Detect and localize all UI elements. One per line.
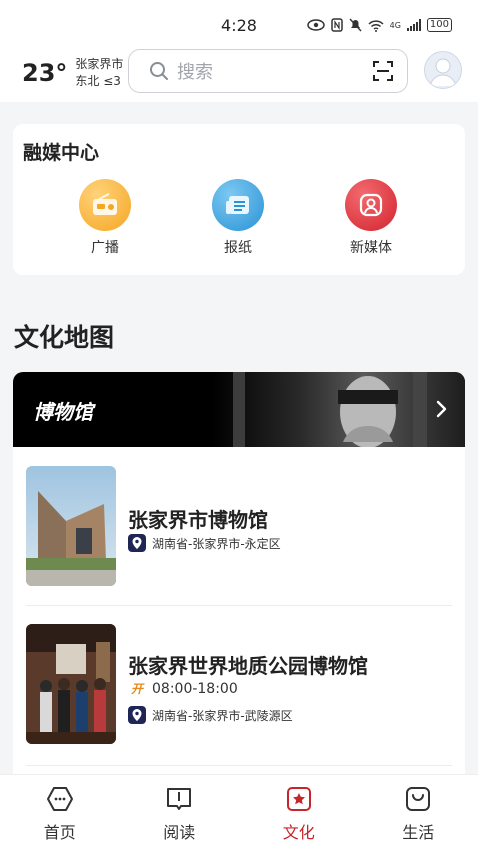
media-item-new-media[interactable]: 新媒体: [326, 179, 416, 257]
media-item-newspaper[interactable]: 报纸: [193, 179, 283, 257]
media-center-card: 融媒中心 广播 报纸 新媒体: [13, 124, 465, 275]
radio-icon: [79, 179, 131, 231]
media-label-radio: 广播: [91, 240, 119, 256]
temperature: 23°: [22, 59, 68, 87]
tab-culture[interactable]: 文化: [239, 775, 359, 850]
banner-title: 博物馆: [33, 400, 93, 424]
tab-home-label: 首页: [43, 823, 76, 842]
museum-thumbnail: [26, 624, 116, 744]
system-icons: 4G 100: [306, 18, 452, 32]
media-center-title: 融媒中心: [23, 142, 100, 164]
museum-name: 张家界世界地质公园博物馆: [128, 654, 368, 678]
eye-icon: [306, 19, 325, 31]
battery-icon: 100: [426, 18, 452, 32]
wifi-icon: [368, 19, 384, 32]
scan-icon[interactable]: [371, 59, 395, 83]
museum-banner[interactable]: 博物馆: [13, 372, 465, 447]
museum-thumbnail: [26, 466, 116, 586]
new-media-icon: [345, 179, 397, 231]
book-icon: [167, 788, 192, 810]
tab-life-label: 生活: [402, 823, 435, 842]
weather-wind: 东北 ≤3: [75, 74, 121, 88]
open-hours-icon: 开: [130, 682, 143, 696]
bottom-nav: 首页 阅读 文化 生活: [0, 774, 478, 850]
chevron-right-icon[interactable]: [435, 396, 449, 422]
location-pin-icon: [128, 706, 146, 724]
media-label-newspaper: 报纸: [224, 240, 252, 256]
newspaper-icon: [212, 179, 264, 231]
culture-icon: [286, 787, 311, 811]
home-icon: [46, 787, 73, 811]
nfc-icon: [330, 18, 343, 32]
mute-icon: [349, 18, 362, 32]
divider: [26, 605, 452, 606]
museum-name: 张家界市博物馆: [128, 508, 268, 532]
divider: [26, 765, 452, 766]
tab-read-label: 阅读: [163, 823, 196, 842]
location-text: 湖南省-张家界市-武陵源区: [152, 708, 293, 723]
media-label-new-media: 新媒体: [350, 240, 392, 256]
network-type: 4G: [389, 20, 401, 30]
banner-image: [213, 372, 465, 447]
location-text: 湖南省-张家界市-永定区: [152, 536, 281, 551]
location-pin-icon: [128, 534, 146, 552]
tab-home[interactable]: 首页: [0, 775, 120, 850]
museum-location: 湖南省-张家界市-武陵源区: [128, 706, 293, 724]
search-input[interactable]: 搜索: [177, 58, 371, 84]
avatar[interactable]: [424, 51, 462, 89]
list-item[interactable]: 张家界市博物馆 湖南省-张家界市-永定区: [13, 456, 465, 606]
list-item[interactable]: 张家界世界地质公园博物馆 开 08:00-18:00 湖南省-张家界市-武陵源区: [13, 616, 465, 766]
culture-map-card: 博物馆 张家界市博物馆 湖南省-张家界市-永定区 张家界世界地质公园博物馆 开 …: [13, 372, 465, 782]
museum-location: 湖南省-张家界市-永定区: [128, 534, 281, 552]
top-bar: 4:28 4G 100 23° 张家界市 东北 ≤3 搜索: [0, 0, 478, 102]
hours-text: 08:00-18:00: [152, 681, 238, 697]
weather-city: 张家界市: [75, 57, 124, 71]
weather-widget[interactable]: 23° 张家界市 东北 ≤3: [22, 56, 123, 90]
culture-map-title: 文化地图: [14, 323, 115, 352]
media-item-radio[interactable]: 广播: [60, 179, 150, 257]
search-bar[interactable]: 搜索: [128, 49, 408, 93]
status-bar: 4:28 4G 100: [0, 0, 478, 46]
tab-culture-label: 文化: [282, 823, 315, 842]
museum-hours: 开 08:00-18:00: [128, 680, 238, 698]
search-icon: [149, 61, 169, 81]
signal-icon: [406, 19, 421, 31]
user-icon: [429, 58, 457, 87]
bag-icon: [406, 787, 431, 811]
tab-life[interactable]: 生活: [359, 775, 478, 850]
tab-read[interactable]: 阅读: [120, 775, 240, 850]
weather-info: 张家界市 东北 ≤3: [75, 56, 123, 90]
